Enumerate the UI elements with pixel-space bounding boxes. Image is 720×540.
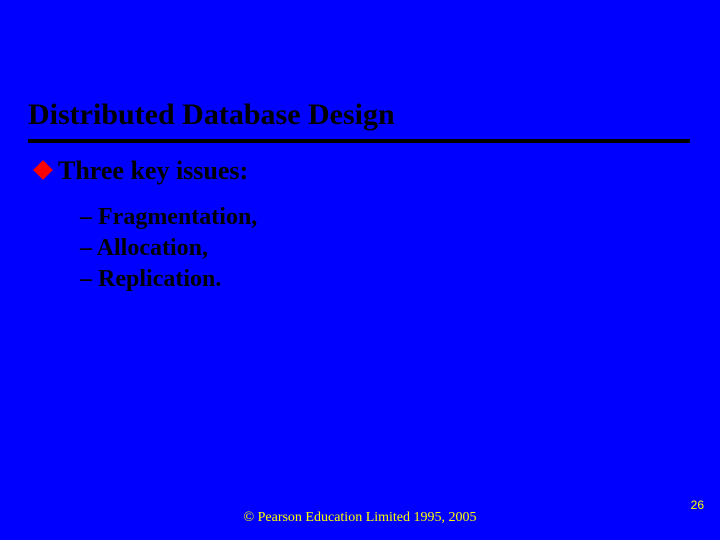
- subitem: – Allocation,: [80, 235, 660, 262]
- diamond-bullet-icon: [33, 160, 53, 180]
- bullet-text: Three key issues:: [58, 156, 248, 186]
- title-area: Distributed Database Design: [28, 98, 690, 143]
- footer-copyright: © Pearson Education Limited 1995, 2005: [0, 510, 720, 526]
- slide-body: Three key issues: – Fragmentation, – All…: [36, 156, 660, 297]
- sublist: – Fragmentation, – Allocation, – Replica…: [80, 204, 660, 293]
- slide: Distributed Database Design Three key is…: [0, 0, 720, 540]
- page-number: 26: [691, 498, 704, 512]
- subitem: – Fragmentation,: [80, 204, 660, 231]
- title-underline: [28, 139, 690, 143]
- bullet-row: Three key issues:: [36, 156, 660, 186]
- subitem: – Replication.: [80, 266, 660, 293]
- slide-title: Distributed Database Design: [28, 98, 690, 137]
